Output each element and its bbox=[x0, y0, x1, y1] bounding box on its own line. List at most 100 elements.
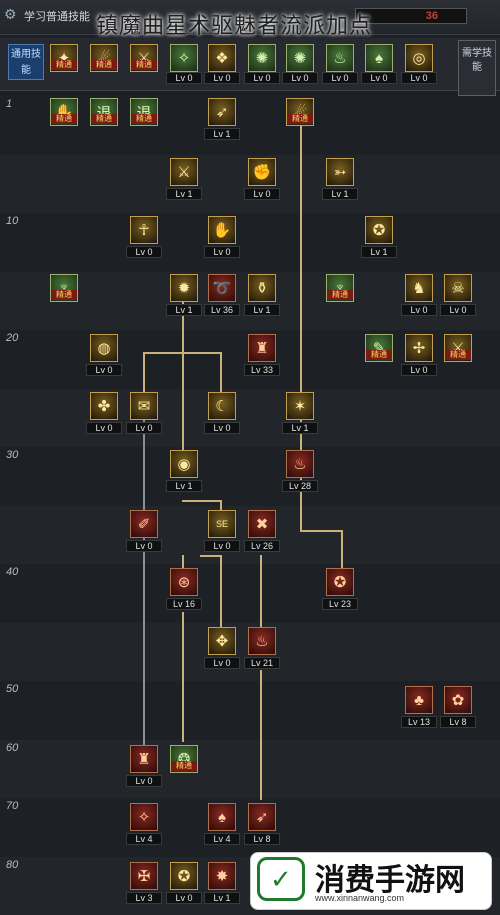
skill-r4-f[interactable]: ♞ Lv 0 bbox=[401, 274, 437, 318]
tree-row: 40 bbox=[0, 564, 500, 622]
level-label: 30 bbox=[6, 449, 19, 461]
skill-r9-a[interactable]: ⊛ Lv 16 bbox=[166, 568, 202, 612]
skill-r2-b[interactable]: ✊ Lv 0 bbox=[244, 158, 280, 202]
skill-icon: ☥ bbox=[130, 216, 158, 244]
skill-r14-c[interactable]: ✸ Lv 1 bbox=[204, 862, 240, 906]
common-skill-4[interactable]: ✧ Lv 0 bbox=[166, 44, 202, 88]
skill-r12-a[interactable]: ♜ Lv 0 bbox=[126, 745, 162, 789]
skill-icon: ✐ bbox=[130, 510, 158, 538]
skill-r5-c[interactable]: ✎ 精通 bbox=[365, 334, 393, 378]
skill-r7-a[interactable]: ◉ Lv 1 bbox=[166, 450, 202, 494]
special-skills-tab[interactable]: 需学技能 bbox=[458, 40, 496, 96]
skill-icon: ♠ bbox=[365, 44, 393, 72]
level-label: 10 bbox=[6, 215, 19, 227]
skill-r6-c[interactable]: ☾ Lv 0 bbox=[204, 392, 240, 436]
skill-r4-g[interactable]: ☠ Lv 0 bbox=[440, 274, 476, 318]
skill-r11-b[interactable]: ✿ Lv 8 bbox=[440, 686, 476, 730]
skill-r1-b[interactable]: 退精通 bbox=[90, 98, 118, 142]
level-label: 80 bbox=[6, 858, 19, 871]
skill-r8-b[interactable]: SE Lv 0 bbox=[204, 510, 240, 554]
skill-r4-d[interactable]: ⚱ Lv 1 bbox=[244, 274, 280, 318]
skill-level: Lv 0 bbox=[204, 246, 240, 258]
skill-r4-a[interactable]: ♆ 精通 bbox=[50, 274, 78, 318]
skill-r1-e[interactable]: ☄ 精通 bbox=[286, 98, 314, 142]
skill-r2-c[interactable]: ➳ Lv 1 bbox=[322, 158, 358, 202]
skill-r3-b[interactable]: ✋ Lv 0 bbox=[204, 216, 240, 260]
skill-r6-d[interactable]: ✶ Lv 1 bbox=[282, 392, 318, 436]
skill-icon: ♠ bbox=[208, 803, 236, 831]
skill-r4-b[interactable]: ✹ Lv 1 bbox=[166, 274, 202, 318]
skill-r5-a[interactable]: ◍ Lv 0 bbox=[86, 334, 122, 378]
mastery-tag: 精通 bbox=[366, 350, 392, 360]
skill-r10-a[interactable]: ✥ Lv 0 bbox=[204, 627, 240, 671]
skill-r11-a[interactable]: ♣ Lv 13 bbox=[401, 686, 437, 730]
skill-r14-b[interactable]: ✪ Lv 0 bbox=[166, 862, 202, 906]
common-skill-5[interactable]: ❖ Lv 0 bbox=[204, 44, 240, 88]
skill-icon: ◎ bbox=[405, 44, 433, 72]
skill-r7-b[interactable]: ♨ Lv 28 bbox=[282, 450, 318, 494]
skill-level: Lv 1 bbox=[282, 422, 318, 434]
common-skill-7[interactable]: ✺ Lv 0 bbox=[282, 44, 318, 88]
skill-r13-c[interactable]: ➶ Lv 8 bbox=[244, 803, 280, 847]
skill-icon: ✤ bbox=[90, 392, 118, 420]
skill-level: Lv 8 bbox=[244, 833, 280, 845]
skill-r6-b[interactable]: ✉ Lv 0 bbox=[126, 392, 162, 436]
skill-r10-b[interactable]: ♨ Lv 21 bbox=[244, 627, 280, 671]
skill-r4-e[interactable]: ♆ 精通 bbox=[326, 274, 354, 318]
common-skill-3[interactable]: ⚔ 精通 bbox=[130, 44, 158, 88]
skill-level: Lv 16 bbox=[166, 598, 202, 610]
skill-icon: ✪ bbox=[170, 862, 198, 890]
skill-r1-a[interactable]: ✋ 精通 bbox=[50, 98, 78, 142]
skill-icon: ⊛ bbox=[170, 568, 198, 596]
skill-icon: ➰ bbox=[208, 274, 236, 302]
skill-r9-b[interactable]: ✪ Lv 23 bbox=[322, 568, 358, 612]
skill-r13-b[interactable]: ♠ Lv 4 bbox=[204, 803, 240, 847]
level-label: 40 bbox=[6, 566, 19, 578]
skill-r5-e[interactable]: ⚔ 精通 bbox=[444, 334, 472, 378]
skill-icon: ➳ bbox=[326, 158, 354, 186]
skill-r5-b[interactable]: ♜ Lv 33 bbox=[244, 334, 280, 378]
skill-r3-c[interactable]: ✪ Lv 1 bbox=[361, 216, 397, 260]
skill-level: Lv 0 bbox=[401, 364, 437, 376]
skill-level: Lv 23 bbox=[322, 598, 358, 610]
connector-line bbox=[260, 670, 262, 800]
mastery-tag: 精通 bbox=[445, 350, 471, 360]
skill-r14-a[interactable]: ✠ Lv 3 bbox=[126, 862, 162, 906]
skill-r4-c[interactable]: ➰ Lv 36 bbox=[204, 274, 240, 318]
skill-icon: ✥ bbox=[208, 627, 236, 655]
skill-r13-a[interactable]: ✧ Lv 4 bbox=[126, 803, 162, 847]
skill-level: Lv 26 bbox=[244, 540, 280, 552]
level-label: 20 bbox=[6, 332, 19, 344]
skill-icon: ⚱ bbox=[248, 274, 276, 302]
common-skill-9[interactable]: ♠ Lv 0 bbox=[361, 44, 397, 88]
common-skill-6[interactable]: ✺ Lv 0 bbox=[244, 44, 280, 88]
skill-r12-b[interactable]: ❂ 精通 bbox=[170, 745, 198, 789]
skill-r6-a[interactable]: ✤ Lv 0 bbox=[86, 392, 122, 436]
level-label: 70 bbox=[6, 800, 19, 812]
skill-r3-a[interactable]: ☥ Lv 0 bbox=[126, 216, 162, 260]
skill-r2-a[interactable]: ⚔ Lv 1 bbox=[166, 158, 202, 202]
connector-line bbox=[220, 555, 222, 627]
learn-skills-tab[interactable]: 学习普通技能 bbox=[24, 8, 90, 24]
skill-points-value: 36 bbox=[425, 10, 438, 22]
common-skill-10[interactable]: ◎ Lv 0 bbox=[401, 44, 437, 88]
skill-r1-c[interactable]: 退精通 bbox=[130, 98, 158, 142]
common-skills-row: 通用技能 ✦ 精通 ☄ 精通 ⚔ 精通 ✧ Lv 0 ❖ Lv 0 ✺ Lv 0 ✺ Lv 0 ♨ Lv 0 ♠… bbox=[0, 38, 500, 91]
skill-level: Lv 0 bbox=[322, 72, 358, 84]
skill-level: Lv 0 bbox=[126, 246, 162, 258]
skill-level: Lv 36 bbox=[204, 304, 240, 316]
common-skill-1[interactable]: ✦ 精通 bbox=[50, 44, 78, 88]
skill-r8-c[interactable]: ✖ Lv 26 bbox=[244, 510, 280, 554]
skill-r1-d[interactable]: ➶ Lv 1 bbox=[204, 98, 240, 142]
mastery-tag: 精通 bbox=[91, 114, 117, 124]
skill-icon: ✧ bbox=[130, 803, 158, 831]
settings-icon[interactable]: ⚙ bbox=[4, 6, 20, 22]
skill-r5-d[interactable]: ✢ Lv 0 bbox=[401, 334, 437, 378]
skill-level: Lv 0 bbox=[244, 188, 280, 200]
common-skill-2[interactable]: ☄ 精通 bbox=[90, 44, 118, 88]
connector-line bbox=[220, 500, 222, 510]
common-skill-8[interactable]: ♨ Lv 0 bbox=[322, 44, 358, 88]
tree-row: 10 bbox=[0, 213, 500, 271]
tree-row bbox=[0, 388, 500, 447]
skill-r8-a[interactable]: ✐ Lv 0 bbox=[126, 510, 162, 554]
